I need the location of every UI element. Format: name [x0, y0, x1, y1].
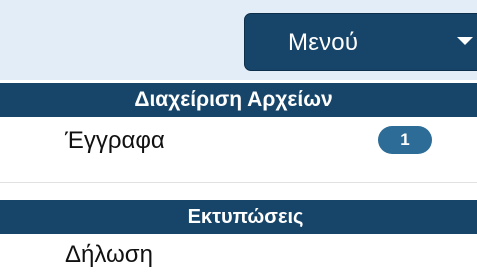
list-item-label: Δήλωση — [65, 241, 153, 268]
section-header-prints: Εκτυπώσεις — [0, 200, 477, 234]
list-item-declaration[interactable]: Δήλωση — [0, 234, 477, 273]
list-item-label: Έγγραφα — [65, 127, 165, 154]
divider — [0, 182, 477, 183]
menu-button[interactable]: Μενού — [244, 13, 477, 71]
list-item-documents[interactable]: Έγγραφα 1 — [0, 120, 477, 164]
page: Μενού Διαχείριση Αρχείων Έγγραφα 1 Εκτυπ… — [0, 0, 477, 273]
count-badge: 1 — [378, 126, 432, 154]
chevron-down-icon — [457, 37, 473, 45]
top-bar: Μενού — [0, 0, 477, 80]
section-header-file-management: Διαχείριση Αρχείων — [0, 83, 477, 117]
menu-label: Μενού — [288, 29, 359, 56]
